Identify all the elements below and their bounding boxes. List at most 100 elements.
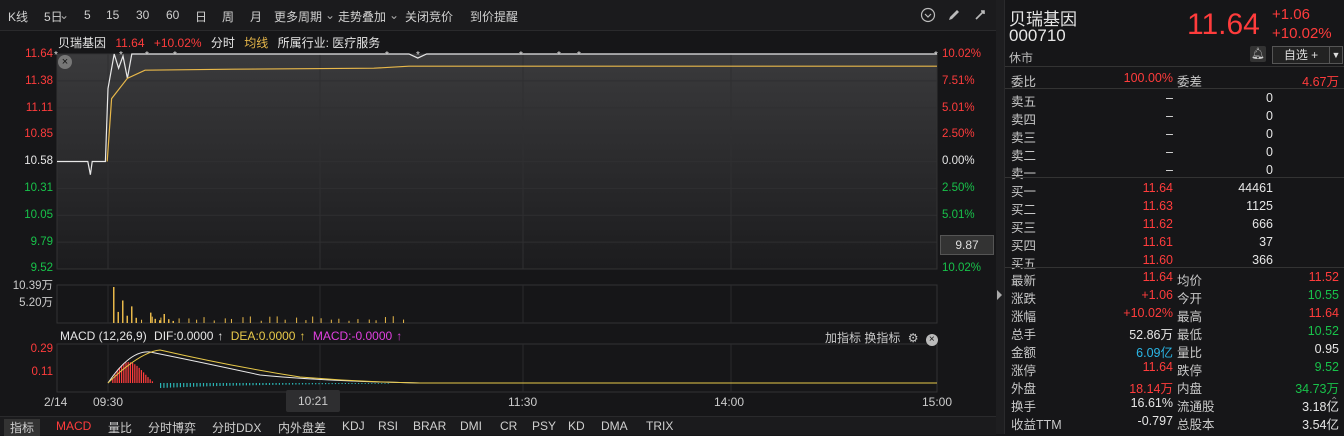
- macd-axis-mid: 0.11: [0, 366, 53, 378]
- tab-inner-outer-diff[interactable]: 内外盘差: [278, 419, 326, 436]
- volume-bar: [179, 318, 180, 323]
- ask-row[interactable]: 卖三 –0: [1005, 126, 1344, 144]
- macd-bar: [130, 362, 131, 383]
- tab-kdj[interactable]: KDJ: [342, 419, 365, 433]
- tab-rsi[interactable]: RSI: [378, 419, 398, 433]
- tab-trix[interactable]: TRIX: [646, 419, 673, 433]
- arrow-up-icon: ↑: [299, 329, 305, 343]
- star-marker-icon: *: [173, 50, 177, 61]
- crosshair-time-label: 10:21: [286, 390, 340, 412]
- tab-indicator[interactable]: 指标: [4, 419, 40, 436]
- macd-bar: [193, 383, 194, 387]
- bid-volume: 366: [1252, 253, 1273, 267]
- tab-intraday-ddx[interactable]: 分时DDX: [212, 419, 261, 436]
- tab-brar[interactable]: BRAR: [413, 419, 446, 433]
- macd-bar: [125, 363, 126, 383]
- add-watchlist-button[interactable]: 自选 +: [1272, 46, 1330, 64]
- macd-bar: [180, 383, 181, 387]
- volume-bar: [369, 320, 370, 323]
- macd-bar: [170, 383, 171, 388]
- mode-label[interactable]: 分时: [211, 36, 235, 50]
- time-label-1130: 11:30: [508, 395, 537, 409]
- price-tick-label: 9.52: [31, 262, 53, 274]
- macd-dif: DIF:0.0000: [154, 329, 213, 343]
- collapse-arrow-icon[interactable]: [997, 290, 1002, 300]
- intraday-chart[interactable]: * * * * * * * * * *: [0, 0, 1000, 416]
- divider: [1005, 267, 1344, 268]
- macd-bar: [249, 383, 250, 385]
- volume-bar: [338, 319, 339, 323]
- percent-tick-label: 0.00%: [942, 155, 975, 167]
- macd-bar: [312, 383, 313, 384]
- macd-bar: [196, 383, 197, 387]
- macd-bar: [173, 383, 174, 387]
- ask-price: –: [1166, 127, 1173, 141]
- bell-icon[interactable]: 🔔︎: [1250, 46, 1266, 62]
- macd-controls: 加指标 换指标 ⚙ ×: [825, 329, 938, 346]
- avg-line-label[interactable]: 均线: [244, 36, 268, 50]
- volume-bar: [357, 319, 358, 323]
- volume-bar: [113, 287, 115, 323]
- percent-tick-label: 5.01%: [942, 102, 975, 114]
- ask-price: –: [1166, 163, 1173, 177]
- macd-bar: [282, 383, 283, 385]
- panel-splitter[interactable]: [996, 0, 1004, 434]
- macd-bar: [292, 383, 293, 385]
- tab-macd[interactable]: MACD: [56, 419, 91, 433]
- panel-pct: +10.02%: [1272, 25, 1332, 42]
- divider: [1005, 66, 1344, 67]
- macd-bar: [266, 383, 267, 385]
- volume-bar: [214, 320, 215, 323]
- ask-row[interactable]: 卖二 –0: [1005, 144, 1344, 162]
- tab-dmi[interactable]: DMI: [460, 419, 482, 433]
- price-tick-label: 11.11: [26, 102, 53, 114]
- percent-tick-label: 5.01%: [942, 209, 975, 221]
- macd-bar: [338, 383, 339, 384]
- tab-cr[interactable]: CR: [500, 419, 517, 433]
- ask-price: –: [1166, 91, 1173, 105]
- bid-row[interactable]: 买二 11.63 1125: [1005, 198, 1344, 216]
- macd-bar: [203, 383, 204, 386]
- indicator-tabs: 指标 MACD 量比 分时博弈 分时DDX 内外盘差 KDJ RSI BRAR …: [0, 416, 996, 435]
- macd-bar: [315, 383, 316, 384]
- tab-kd[interactable]: KD: [568, 419, 585, 433]
- stat-value: 11.64: [1143, 360, 1173, 374]
- weibi-row: 委比 100.00% 委差 4.67万: [1005, 70, 1344, 88]
- stat-value: 3.54亿: [1302, 414, 1339, 433]
- divider: [1005, 177, 1344, 178]
- tab-intraday-game[interactable]: 分时博弈: [148, 419, 196, 436]
- bid-row[interactable]: 买三 11.62 666: [1005, 216, 1344, 234]
- change-indicator-button[interactable]: 换指标: [864, 331, 900, 345]
- close-icon[interactable]: ×: [58, 55, 72, 69]
- macd-bar: [256, 383, 257, 385]
- price-tick-label: 9.79: [31, 236, 53, 248]
- volume-bar: [312, 317, 313, 323]
- gear-icon[interactable]: ⚙: [908, 331, 919, 345]
- bid-row[interactable]: 买四 11.61 37: [1005, 234, 1344, 252]
- macd-bar: [388, 383, 389, 384]
- stat-row: 涨跌 +1.06 今开 10.55: [1005, 287, 1344, 305]
- tab-dma[interactable]: DMA: [601, 419, 628, 433]
- vol-axis-mid: 5.20万: [0, 297, 53, 309]
- date-label: 2/14: [44, 395, 67, 409]
- chevron-up-icon[interactable]: ⌃: [1330, 396, 1338, 407]
- macd-bar: [358, 383, 359, 384]
- volume-bar: [261, 321, 262, 323]
- tab-psy[interactable]: PSY: [532, 419, 556, 433]
- macd-bar: [200, 383, 201, 387]
- close-icon[interactable]: ×: [926, 334, 938, 346]
- ask-row[interactable]: 卖五 –0: [1005, 90, 1344, 108]
- macd-bar: [229, 383, 230, 386]
- macd-bar: [147, 377, 148, 383]
- add-indicator-button[interactable]: 加指标: [825, 331, 861, 345]
- ask-row[interactable]: 卖四 –0: [1005, 108, 1344, 126]
- macd-title[interactable]: MACD (12,26,9): [60, 329, 147, 343]
- macd-bar: [365, 383, 366, 384]
- bid-volume: 44461: [1238, 181, 1273, 195]
- tab-volume-ratio[interactable]: 量比: [108, 419, 132, 436]
- bid-row[interactable]: 买一 11.64 44461: [1005, 180, 1344, 198]
- chevron-down-icon[interactable]: ▼: [1329, 46, 1343, 64]
- industry-label: 所属行业: 医疗服务: [278, 36, 381, 50]
- time-label-1400: 14:00: [714, 395, 744, 409]
- macd-bar: [152, 381, 153, 383]
